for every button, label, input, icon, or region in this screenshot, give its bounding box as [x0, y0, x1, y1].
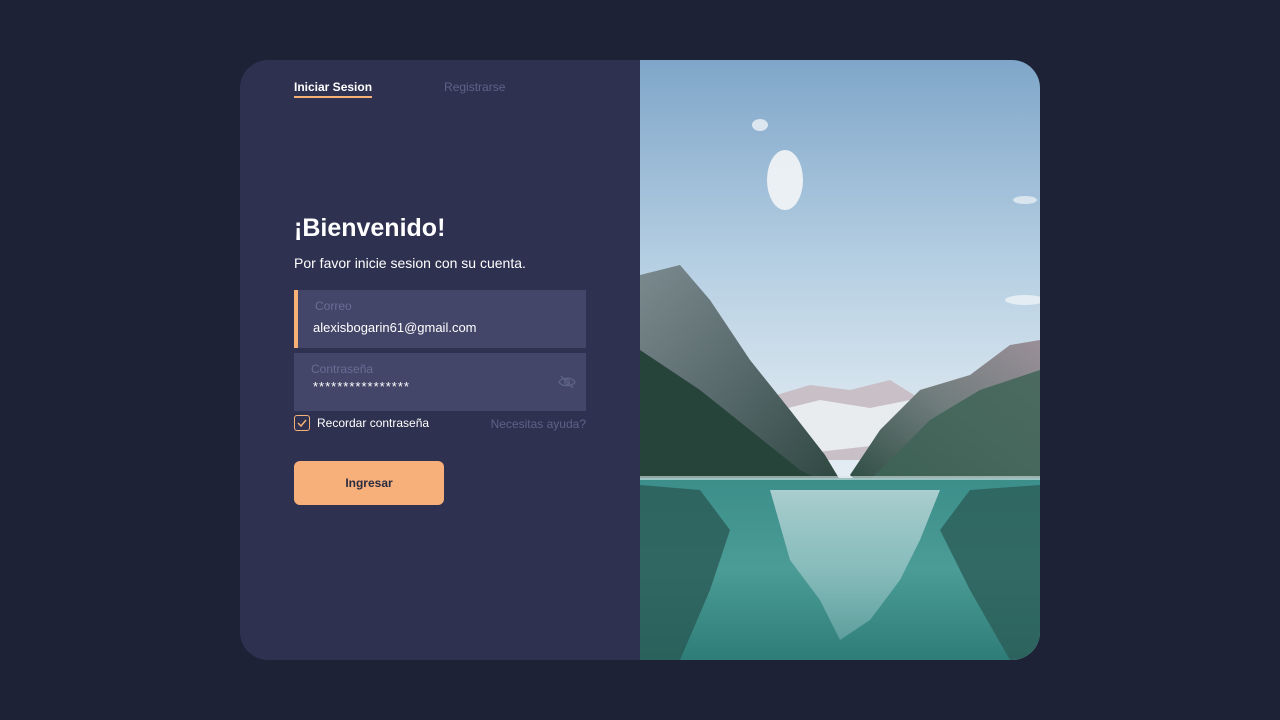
- tab-register[interactable]: Registrarse: [444, 80, 505, 98]
- eye-off-icon[interactable]: [558, 375, 576, 389]
- password-label: Contraseña: [311, 362, 374, 376]
- email-field[interactable]: Correo alexisbogarin61@gmail.com: [294, 290, 586, 348]
- tab-login[interactable]: Iniciar Sesion: [294, 80, 373, 98]
- help-link[interactable]: Necesitas ayuda?: [491, 417, 586, 431]
- login-panel: Iniciar Sesion Registrarse ¡Bienvenido! …: [240, 60, 640, 660]
- login-card: Iniciar Sesion Registrarse ¡Bienvenido! …: [240, 60, 1040, 660]
- password-field[interactable]: Contraseña ****************: [294, 353, 586, 411]
- welcome-title: ¡Bienvenido!: [294, 214, 446, 242]
- remember-checkbox[interactable]: Recordar contraseña: [294, 415, 429, 431]
- email-label: Correo: [315, 299, 352, 313]
- check-icon[interactable]: [294, 415, 310, 431]
- email-value[interactable]: alexisbogarin61@gmail.com: [313, 320, 477, 335]
- mountain-lake-photo: [640, 60, 1040, 660]
- submit-button[interactable]: Ingresar: [294, 461, 444, 505]
- welcome-subtitle: Por favor inicie sesion con su cuenta.: [294, 255, 526, 271]
- password-value[interactable]: ****************: [313, 379, 410, 394]
- remember-label: Recordar contraseña: [317, 416, 430, 430]
- auth-tabs: Iniciar Sesion Registrarse: [294, 80, 505, 98]
